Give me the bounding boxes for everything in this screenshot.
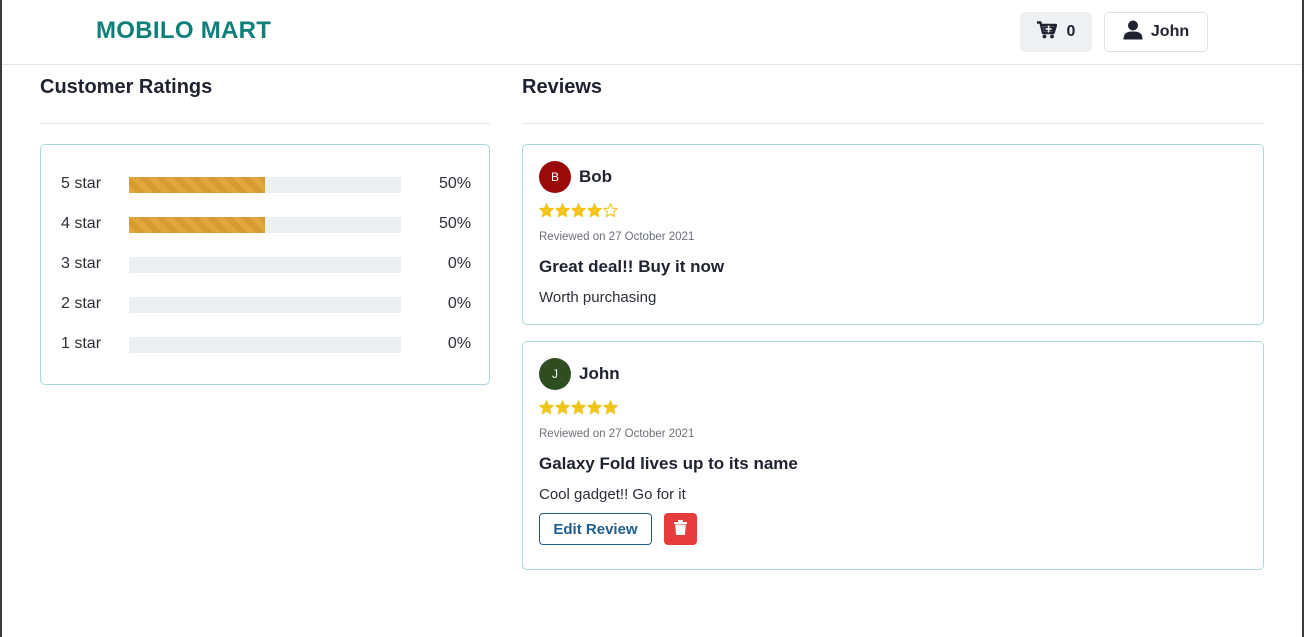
rating-row-1: 1 star 0% bbox=[61, 335, 471, 355]
rating-percent: 0% bbox=[447, 255, 471, 272]
rating-label: 2 star bbox=[61, 295, 102, 312]
edit-review-button[interactable]: Edit Review bbox=[539, 513, 652, 545]
rating-percent: 50% bbox=[438, 175, 471, 192]
delete-review-button[interactable] bbox=[664, 513, 697, 545]
ratings-title: Customer Ratings bbox=[40, 76, 213, 98]
star-rating bbox=[539, 203, 618, 218]
brand-logo[interactable]: MOBILO MART bbox=[96, 17, 271, 45]
star-filled-icon bbox=[555, 203, 570, 218]
navbar: MOBILO MART 0 John bbox=[2, 0, 1302, 65]
star-filled-icon bbox=[539, 203, 554, 218]
cart-count: 0 bbox=[1066, 23, 1076, 40]
review-body: Cool gadget!! Go for it bbox=[539, 486, 686, 503]
star-empty-icon bbox=[603, 203, 618, 218]
reviewer-name: Bob bbox=[579, 167, 613, 186]
rating-row-3: 3 star 0% bbox=[61, 255, 471, 275]
user-menu-button[interactable]: John bbox=[1104, 12, 1208, 52]
rating-bar-track bbox=[129, 337, 401, 353]
rating-bar-track bbox=[129, 257, 401, 273]
rating-bar-track bbox=[129, 217, 401, 233]
reviews-divider bbox=[522, 123, 1264, 124]
star-filled-icon bbox=[539, 400, 554, 415]
avatar: B bbox=[539, 161, 571, 193]
rating-percent: 0% bbox=[447, 295, 471, 312]
star-filled-icon bbox=[555, 400, 570, 415]
rating-row-5: 5 star 50% bbox=[61, 175, 471, 195]
rating-row-4: 4 star 50% bbox=[61, 215, 471, 235]
review-date: Reviewed on 27 October 2021 bbox=[539, 428, 695, 440]
star-rating bbox=[539, 400, 618, 415]
cart-icon bbox=[1036, 20, 1057, 44]
star-filled-icon bbox=[571, 400, 586, 415]
star-filled-icon bbox=[571, 203, 586, 218]
cart-button[interactable]: 0 bbox=[1020, 12, 1092, 52]
review-card: B Bob Reviewed on 27 October 2021 Great … bbox=[522, 144, 1264, 325]
avatar: J bbox=[539, 358, 571, 390]
rating-percent: 50% bbox=[438, 215, 471, 232]
trash-icon bbox=[674, 520, 687, 538]
star-filled-icon bbox=[587, 203, 602, 218]
rating-percent: 0% bbox=[447, 335, 471, 352]
user-icon bbox=[1123, 20, 1143, 45]
review-body: Worth purchasing bbox=[539, 289, 657, 306]
user-name: John bbox=[1150, 23, 1190, 40]
review-card: J John Reviewed on 27 October 2021 Galax… bbox=[522, 341, 1264, 570]
review-title: Great deal!! Buy it now bbox=[539, 257, 725, 276]
rating-bar-track bbox=[129, 297, 401, 313]
rating-bar-fill bbox=[129, 177, 265, 193]
reviews-title: Reviews bbox=[522, 76, 603, 98]
star-filled-icon bbox=[603, 400, 618, 415]
rating-bar-track bbox=[129, 177, 401, 193]
rating-bar-fill bbox=[129, 217, 265, 233]
review-title: Galaxy Fold lives up to its name bbox=[539, 454, 798, 473]
ratings-card: 5 star 50% 4 star 50% 3 star 0% 2 star 0… bbox=[40, 144, 490, 385]
rating-label: 3 star bbox=[61, 255, 102, 272]
rating-label: 4 star bbox=[61, 215, 102, 232]
star-filled-icon bbox=[587, 400, 602, 415]
rating-row-2: 2 star 0% bbox=[61, 295, 471, 315]
reviewer-name: John bbox=[579, 364, 620, 383]
review-date: Reviewed on 27 October 2021 bbox=[539, 231, 695, 243]
rating-label: 1 star bbox=[61, 335, 102, 352]
ratings-divider bbox=[40, 123, 490, 124]
rating-label: 5 star bbox=[61, 175, 102, 192]
